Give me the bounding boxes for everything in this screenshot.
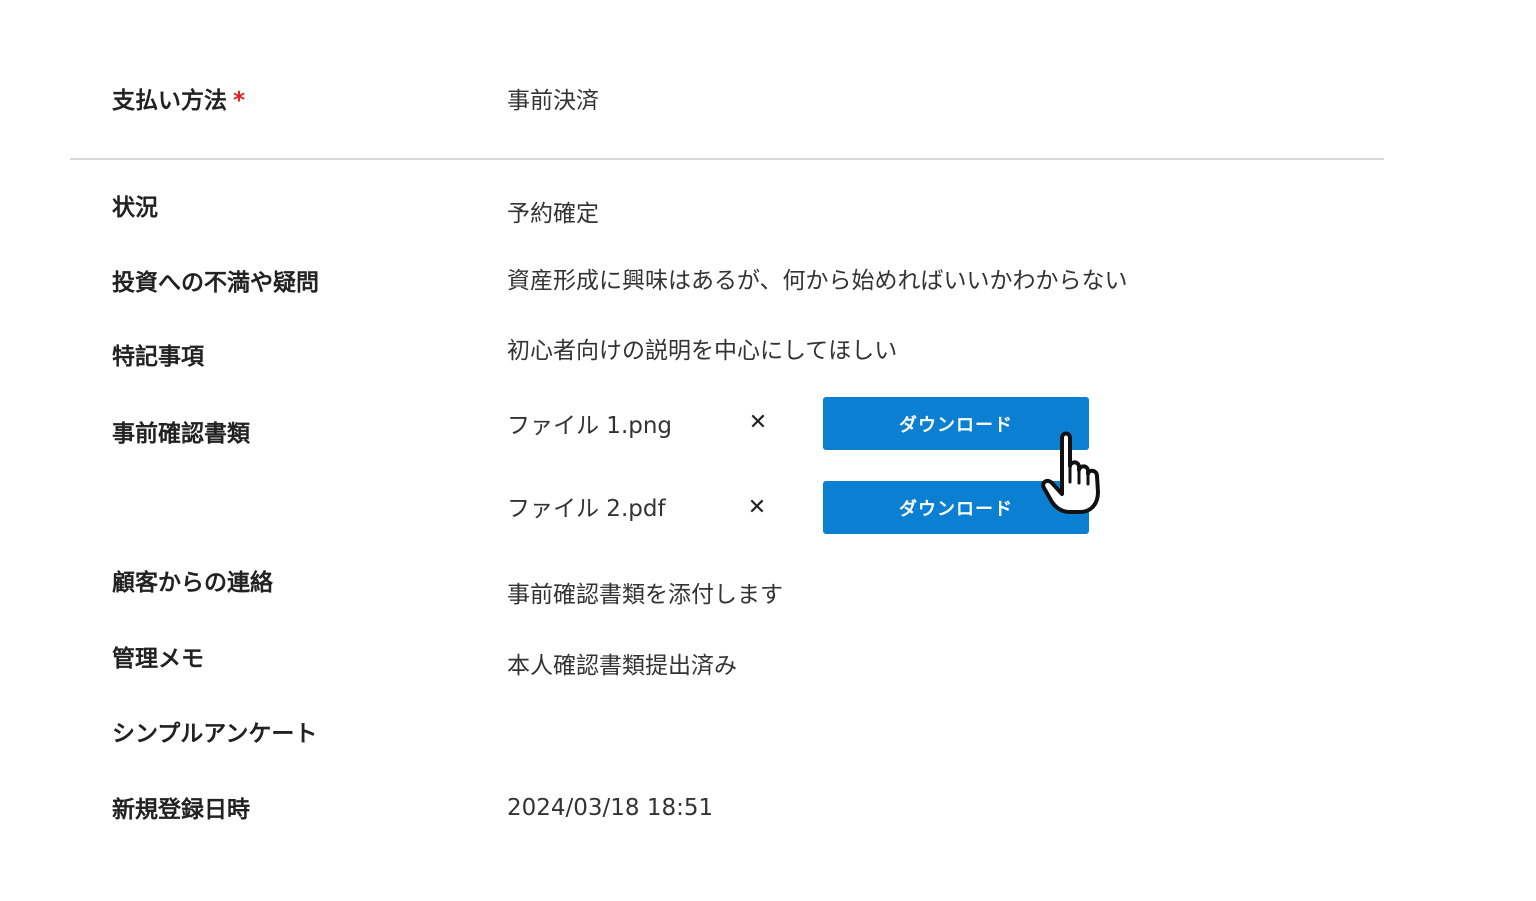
required-mark: * <box>233 88 246 114</box>
concern-value: 資産形成に興味はあるが、何から始めればいいかわからない <box>507 268 1128 294</box>
status-label: 状況 <box>112 195 158 221</box>
reservation-detail-page: 支払い方法 * 事前決済 状況 予約確定 投資への不満や疑問 資産形成に興味はある… <box>0 0 1536 901</box>
survey-label: シンプルアンケート <box>112 721 318 747</box>
registered-value: 2024/03/18 18:51 <box>507 795 714 821</box>
remove-file-2-icon[interactable]: ✕ <box>745 496 769 520</box>
contact-value: 事前確認書類を添付します <box>507 582 783 608</box>
download-button-2[interactable]: ダウンロード <box>823 481 1089 534</box>
memo-label: 管理メモ <box>112 646 204 672</box>
payment-method-label-text: 支払い方法 <box>112 88 227 114</box>
memo-value: 本人確認書類提出済み <box>507 653 737 679</box>
contact-label: 顧客からの連絡 <box>112 570 273 596</box>
notes-label: 特記事項 <box>112 344 204 370</box>
documents-label: 事前確認書類 <box>112 421 250 447</box>
section-divider <box>70 158 1384 160</box>
payment-method-value: 事前決済 <box>507 88 599 114</box>
payment-method-label: 支払い方法 * <box>112 86 245 116</box>
status-value: 予約確定 <box>507 201 599 227</box>
remove-file-1-icon[interactable]: ✕ <box>746 411 770 435</box>
file-name-2: ファイル 2.pdf <box>507 496 666 522</box>
concern-label: 投資への不満や疑問 <box>112 270 319 296</box>
notes-value: 初心者向けの説明を中心にしてほしい <box>507 338 898 364</box>
download-button-1[interactable]: ダウンロード <box>823 397 1089 450</box>
registered-label: 新規登録日時 <box>112 797 250 823</box>
file-name-1: ファイル 1.png <box>507 413 673 439</box>
